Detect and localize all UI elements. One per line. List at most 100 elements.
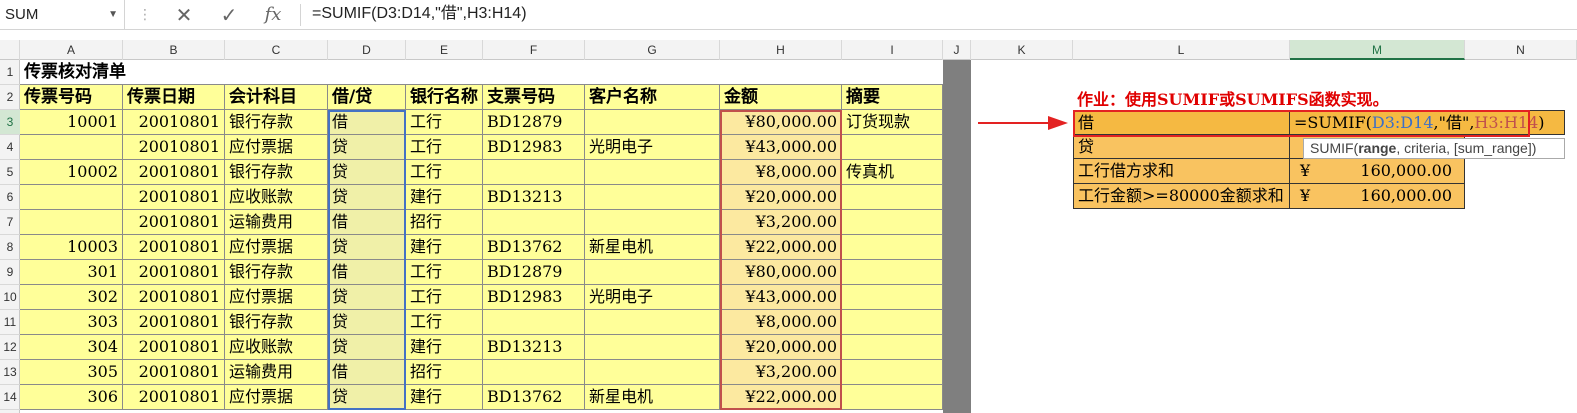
- cell-cheque-no[interactable]: BD12983: [483, 285, 585, 310]
- cell-voucher-date[interactable]: 20010801: [123, 285, 225, 310]
- summary-label-icbc-large[interactable]: 工行金额>=80000金额求和: [1073, 184, 1290, 209]
- cell-cheque-no[interactable]: BD13213: [483, 185, 585, 210]
- cell-bank[interactable]: 建行: [406, 385, 483, 410]
- header-cell[interactable]: 摘要: [842, 85, 943, 110]
- cell-voucher-date[interactable]: 20010801: [123, 260, 225, 285]
- header-cell[interactable]: 传票日期: [123, 85, 225, 110]
- cell-voucher-no[interactable]: 306: [20, 385, 123, 410]
- cell-memo[interactable]: [842, 310, 943, 335]
- cell-voucher-no[interactable]: 10002: [20, 160, 123, 185]
- cell-account[interactable]: 应收账款: [225, 335, 328, 360]
- cell-voucher-date[interactable]: 20010801: [123, 210, 225, 235]
- cell-voucher-date[interactable]: 20010801: [123, 235, 225, 260]
- column-header-k[interactable]: K: [971, 40, 1073, 60]
- cell-customer[interactable]: 新星电机: [585, 385, 720, 410]
- row-header[interactable]: 1: [0, 60, 20, 85]
- cancel-icon[interactable]: ✕: [170, 0, 198, 30]
- sheet-title[interactable]: 传票核对清单: [20, 60, 320, 85]
- row-header[interactable]: 6: [0, 185, 20, 210]
- cell-voucher-date[interactable]: 20010801: [123, 310, 225, 335]
- cell-bank[interactable]: 招行: [406, 210, 483, 235]
- cell-bank[interactable]: 工行: [406, 135, 483, 160]
- cell-customer[interactable]: [585, 360, 720, 385]
- summary-value-icbc-debit[interactable]: ¥ 160,000.00: [1290, 159, 1465, 184]
- cell-customer[interactable]: [585, 260, 720, 285]
- row-header[interactable]: 14: [0, 385, 20, 410]
- header-cell[interactable]: 金额: [720, 85, 842, 110]
- summary-label-icbc-debit[interactable]: 工行借方求和: [1073, 159, 1290, 184]
- cell-voucher-no[interactable]: 305: [20, 360, 123, 385]
- cell-cheque-no[interactable]: BD13213: [483, 335, 585, 360]
- formula-input[interactable]: =SUMIF(D3:D14,"借",H3:H14): [312, 0, 527, 30]
- header-cell[interactable]: 客户名称: [585, 85, 720, 110]
- cell-voucher-no[interactable]: 301: [20, 260, 123, 285]
- cell-voucher-date[interactable]: 20010801: [123, 110, 225, 135]
- cell-voucher-no[interactable]: [20, 185, 123, 210]
- column-header-f[interactable]: F: [483, 40, 585, 60]
- header-cell[interactable]: 传票号码: [20, 85, 123, 110]
- cell-account[interactable]: 应收账款: [225, 185, 328, 210]
- cell-cheque-no[interactable]: BD12983: [483, 135, 585, 160]
- cell-voucher-date[interactable]: 20010801: [123, 335, 225, 360]
- cell-bank[interactable]: 工行: [406, 260, 483, 285]
- cell-account[interactable]: 运输费用: [225, 210, 328, 235]
- cell-account[interactable]: 银行存款: [225, 160, 328, 185]
- cell-customer[interactable]: 光明电子: [585, 135, 720, 160]
- header-cell[interactable]: 银行名称: [406, 85, 483, 110]
- row-header[interactable]: 2: [0, 85, 20, 110]
- cell-voucher-no[interactable]: 304: [20, 335, 123, 360]
- name-box[interactable]: SUM ▼: [0, 0, 125, 30]
- column-header-h[interactable]: H: [720, 40, 842, 60]
- header-cell[interactable]: 借/贷: [328, 85, 406, 110]
- cell-memo[interactable]: [842, 335, 943, 360]
- cell-customer[interactable]: [585, 210, 720, 235]
- cell-voucher-no[interactable]: 10001: [20, 110, 123, 135]
- cell-customer[interactable]: [585, 310, 720, 335]
- cell-voucher-no[interactable]: 303: [20, 310, 123, 335]
- header-cell[interactable]: 支票号码: [483, 85, 585, 110]
- cell-cheque-no[interactable]: [483, 210, 585, 235]
- column-header-e[interactable]: E: [406, 40, 483, 60]
- chevron-down-icon[interactable]: ▼: [108, 0, 118, 30]
- cell-memo[interactable]: [842, 260, 943, 285]
- cell-cheque-no[interactable]: BD12879: [483, 260, 585, 285]
- cell-bank[interactable]: 招行: [406, 360, 483, 385]
- row-header[interactable]: 3: [0, 110, 20, 135]
- cell-voucher-no[interactable]: 10003: [20, 235, 123, 260]
- column-header-b[interactable]: B: [123, 40, 225, 60]
- row-header[interactable]: 7: [0, 210, 20, 235]
- cell-customer[interactable]: [585, 110, 720, 135]
- cell-account[interactable]: 应付票据: [225, 235, 328, 260]
- row-header[interactable]: 11: [0, 310, 20, 335]
- row-header[interactable]: 4: [0, 135, 20, 160]
- summary-value-icbc-large[interactable]: ¥ 160,000.00: [1290, 184, 1465, 209]
- cell-account[interactable]: 银行存款: [225, 260, 328, 285]
- cell-voucher-date[interactable]: 20010801: [123, 135, 225, 160]
- cell-cheque-no[interactable]: BD12879: [483, 110, 585, 135]
- cell-cheque-no[interactable]: BD13762: [483, 385, 585, 410]
- summary-label-credit[interactable]: 贷: [1073, 134, 1290, 159]
- cell-cheque-no[interactable]: [483, 360, 585, 385]
- cell-bank[interactable]: 工行: [406, 285, 483, 310]
- cell-bank[interactable]: 工行: [406, 160, 483, 185]
- cell-memo[interactable]: [842, 360, 943, 385]
- cell-customer[interactable]: 光明电子: [585, 285, 720, 310]
- row-header[interactable]: 9: [0, 260, 20, 285]
- cell-customer[interactable]: [585, 185, 720, 210]
- cell-memo[interactable]: [842, 235, 943, 260]
- select-all-corner[interactable]: [0, 40, 20, 60]
- cell-memo[interactable]: 订货现款: [842, 110, 943, 135]
- cell-memo[interactable]: [842, 135, 943, 160]
- column-header-a[interactable]: A: [20, 40, 123, 60]
- cell-voucher-no[interactable]: [20, 135, 123, 160]
- cell-memo[interactable]: [842, 385, 943, 410]
- cell-customer[interactable]: 新星电机: [585, 235, 720, 260]
- cell-memo[interactable]: [842, 285, 943, 310]
- cell-account[interactable]: 应付票据: [225, 135, 328, 160]
- column-header-d[interactable]: D: [328, 40, 406, 60]
- cell-bank[interactable]: 建行: [406, 185, 483, 210]
- column-header-l[interactable]: L: [1073, 40, 1290, 60]
- cell-bank[interactable]: 建行: [406, 235, 483, 260]
- cell-memo[interactable]: 传真机: [842, 160, 943, 185]
- cell-voucher-date[interactable]: 20010801: [123, 185, 225, 210]
